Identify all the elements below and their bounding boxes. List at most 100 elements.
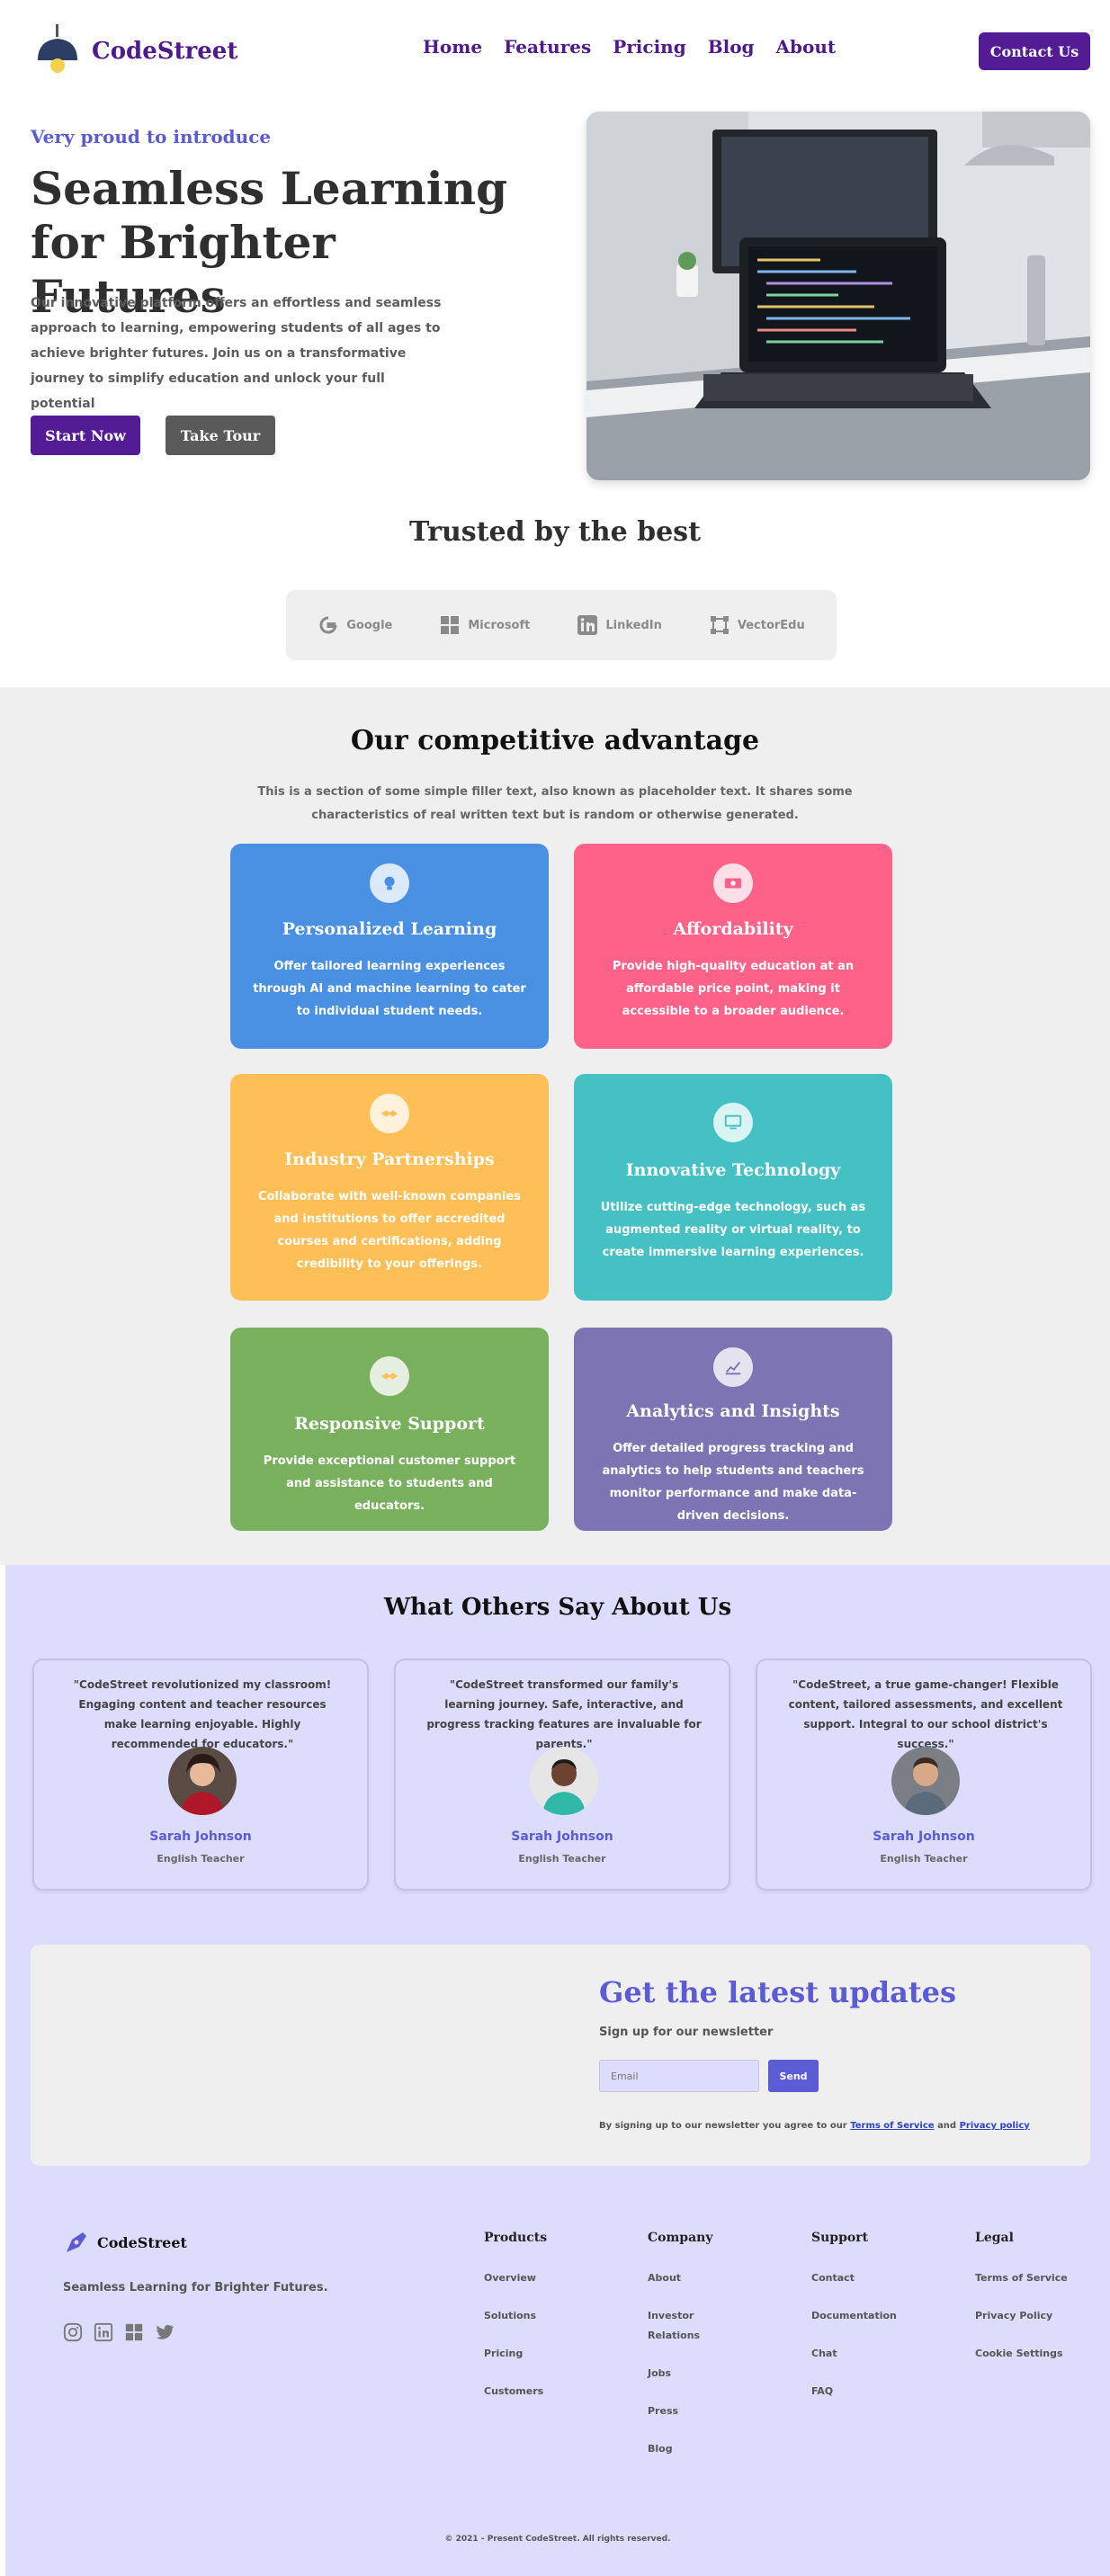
brand-google-label: Google xyxy=(346,618,393,632)
email-input[interactable] xyxy=(599,2060,759,2092)
brand-google: Google xyxy=(318,614,392,636)
linkedin-icon[interactable] xyxy=(94,2322,113,2342)
twitter-icon[interactable] xyxy=(155,2322,175,2342)
footer-col-title: Company xyxy=(648,2231,713,2245)
microsoft-icon xyxy=(441,616,460,634)
footer-brand: CodeStreet xyxy=(97,2233,187,2251)
footer-link[interactable]: Press xyxy=(648,2402,747,2421)
trusted-title: Trusted by the best xyxy=(409,516,701,548)
footer-col-support: Support Contact Documentation Chat FAQ xyxy=(811,2231,946,2419)
contact-us-button[interactable]: Contact Us xyxy=(979,32,1090,70)
testimonial-name: Sarah Johnson xyxy=(149,1829,252,1844)
nav-blog[interactable]: Blog xyxy=(708,36,755,58)
card-title: Responsive Support xyxy=(294,1414,485,1434)
footer-logo[interactable]: CodeStreet xyxy=(63,2229,187,2256)
google-icon xyxy=(319,616,337,634)
social-links xyxy=(63,2322,175,2342)
newsletter-box: Get the latest updates Sign up for our n… xyxy=(31,1945,1090,2166)
testimonial-name: Sarah Johnson xyxy=(873,1829,975,1844)
brand-name: CodeStreet xyxy=(92,38,238,65)
terms-prefix: By signing up to our newsletter you agre… xyxy=(599,2121,847,2131)
footer-tagline: Seamless Learning for Brighter Futures. xyxy=(63,2281,328,2294)
money-icon xyxy=(713,863,753,903)
testimonial-quote: "CodeStreet transformed our family's lea… xyxy=(426,1678,702,1750)
send-button[interactable]: Send xyxy=(768,2060,819,2092)
pen-icon xyxy=(67,2232,86,2252)
card-text: Utilize cutting-edge technology, such as… xyxy=(600,1201,866,1259)
footer-link[interactable]: Contact xyxy=(811,2268,946,2288)
testimonials-title: What Others Say About Us xyxy=(383,1594,732,1621)
avatar xyxy=(891,1747,960,1815)
privacy-policy-link[interactable]: Privacy policy xyxy=(960,2121,1030,2131)
footer-link[interactable]: Jobs xyxy=(648,2364,747,2384)
terms-of-service-link[interactable]: Terms of Service xyxy=(850,2121,934,2131)
footer-link[interactable]: Overview xyxy=(484,2268,619,2288)
card-title: Innovative Technology xyxy=(625,1160,841,1180)
take-tour-button[interactable]: Take Tour xyxy=(166,416,275,455)
footer-link[interactable]: Terms of Service xyxy=(975,2268,1092,2288)
testimonials-section: What Others Say About Us "CodeStreet rev… xyxy=(5,1565,1110,2576)
footer-col-title: Support xyxy=(811,2231,869,2245)
footer-link[interactable]: Blog xyxy=(648,2439,747,2459)
testimonial-card: "CodeStreet, a true game-changer! Flexib… xyxy=(756,1659,1092,1891)
footer-link[interactable]: Customers xyxy=(484,2382,619,2402)
lamp-icon xyxy=(31,24,85,78)
card-text: Offer tailored learning experiences thro… xyxy=(253,960,526,1018)
nav-features[interactable]: Features xyxy=(504,36,591,58)
brand-vectoredu-label: VectorEdu xyxy=(737,618,805,632)
card-text: Provide high-quality education at an aff… xyxy=(612,960,855,1018)
card-personalized-learning: Personalized Learning Offer tailored lea… xyxy=(230,844,549,1049)
card-title: Industry Partnerships xyxy=(284,1149,495,1169)
footer-col-company: Company About Investor Relations Jobs Pr… xyxy=(648,2231,747,2477)
testimonial-role: English Teacher xyxy=(518,1853,606,1865)
lightbulb-icon xyxy=(370,863,409,903)
newsletter-subtitle: Sign up for our newsletter xyxy=(599,2026,774,2039)
brand-linkedin-label: LinkedIn xyxy=(605,618,662,632)
nav-links: Home Features Pricing Blog About xyxy=(423,36,836,58)
nav-about[interactable]: About xyxy=(776,36,837,58)
footer-link[interactable]: Privacy Policy xyxy=(975,2306,1092,2326)
trusted-logos: Google Microsoft LinkedIn VectorEdu xyxy=(286,590,837,660)
brand-linkedin: LinkedIn xyxy=(577,614,662,636)
card-title: Analytics and Insights xyxy=(626,1401,840,1421)
card-text: Provide exceptional customer support and… xyxy=(263,1454,516,1513)
brand-vectoredu: VectorEdu xyxy=(709,614,805,636)
footer-col-legal: Legal Terms of Service Privacy Policy Co… xyxy=(975,2231,1092,2382)
footer-link[interactable]: FAQ xyxy=(811,2382,946,2402)
testimonial-quote: "CodeStreet revolutionized my classroom!… xyxy=(73,1678,332,1750)
microsoft-icon[interactable] xyxy=(124,2322,144,2342)
nav-home[interactable]: Home xyxy=(423,36,482,58)
advantage-title: Our competitive advantage xyxy=(350,725,760,756)
advantage-subtitle: This is a section of some simple filler … xyxy=(257,785,853,822)
footer-link[interactable]: Chat xyxy=(811,2344,946,2364)
footer-link[interactable]: About xyxy=(648,2268,747,2288)
footer-link[interactable]: Investor Relations xyxy=(648,2306,711,2346)
card-title: Personalized Learning xyxy=(282,919,497,939)
brand-logo[interactable]: CodeStreet xyxy=(31,24,238,78)
testimonial-card: "CodeStreet transformed our family's lea… xyxy=(394,1659,730,1891)
newsletter-terms: By signing up to our newsletter you agre… xyxy=(599,2121,1030,2131)
brand-microsoft: Microsoft xyxy=(439,614,530,636)
hero-image xyxy=(586,112,1090,480)
computer-icon xyxy=(713,1103,753,1142)
card-analytics-insights: Analytics and Insights Offer detailed pr… xyxy=(574,1328,892,1531)
footer-link[interactable]: Solutions xyxy=(484,2306,619,2326)
chart-icon xyxy=(713,1347,753,1387)
footer-link[interactable]: Documentation xyxy=(811,2306,946,2326)
footer-link[interactable]: Pricing xyxy=(484,2344,619,2364)
card-innovative-technology: Innovative Technology Utilize cutting-ed… xyxy=(574,1074,892,1301)
footer-link[interactable]: Cookie Settings xyxy=(975,2344,1092,2364)
hero-kicker: Very proud to introduce xyxy=(31,126,272,148)
terms-and: and xyxy=(937,2121,957,2131)
card-text: Offer detailed progress tracking and ana… xyxy=(602,1442,864,1523)
card-text: Collaborate with well-known companies an… xyxy=(258,1190,521,1271)
testimonial-card: "CodeStreet revolutionized my classroom!… xyxy=(32,1659,369,1891)
testimonial-quote: "CodeStreet, a true game-changer! Flexib… xyxy=(788,1678,1063,1750)
start-now-button[interactable]: Start Now xyxy=(31,416,140,455)
instagram-icon[interactable] xyxy=(63,2322,83,2342)
card-affordability: Affordability Provide high-quality educa… xyxy=(574,844,892,1049)
copyright: © 2021 - Present CodeStreet. All rights … xyxy=(444,2535,671,2544)
card-industry-partnerships: Industry Partnerships Collaborate with w… xyxy=(230,1074,549,1301)
avatar xyxy=(530,1747,598,1815)
nav-pricing[interactable]: Pricing xyxy=(613,36,685,58)
